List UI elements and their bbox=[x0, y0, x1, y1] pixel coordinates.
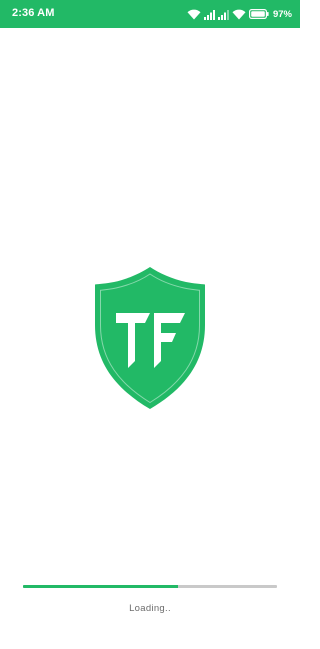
loading-progress-fill bbox=[23, 585, 178, 588]
battery-icon bbox=[248, 9, 269, 19]
signal-icon bbox=[203, 9, 215, 20]
wifi-icon bbox=[232, 9, 246, 20]
status-bar: 2:36 AM 97% bbox=[0, 0, 300, 28]
loading-progress-bar bbox=[23, 585, 277, 588]
loading-label: Loading.. bbox=[129, 603, 171, 614]
battery-percent: 97% bbox=[272, 8, 292, 20]
signal-icon bbox=[217, 9, 229, 20]
status-time: 2:36 AM bbox=[12, 7, 55, 19]
shield-icon bbox=[95, 267, 205, 409]
wifi-icon bbox=[187, 9, 201, 20]
status-icons: 97% bbox=[187, 6, 292, 22]
app-logo bbox=[94, 266, 206, 411]
